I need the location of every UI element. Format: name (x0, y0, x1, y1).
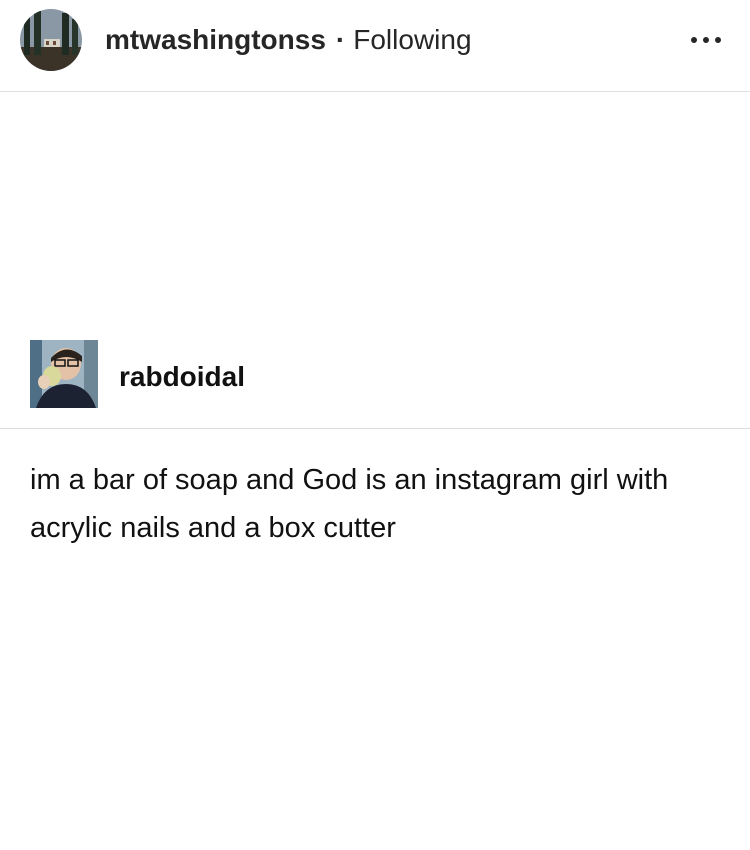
author-avatar[interactable] (30, 340, 98, 408)
ellipsis-icon[interactable] (688, 28, 724, 52)
author-username[interactable]: rabdoidal (119, 360, 245, 394)
author-avatar-image (30, 340, 98, 408)
reblogger-avatar[interactable] (20, 9, 82, 71)
separator-dot: · (335, 24, 346, 55)
header-title: mtwashingtonss · Following (105, 22, 472, 58)
divider (0, 428, 750, 429)
ellipsis-dot (691, 37, 697, 43)
post-header: mtwashingtonss · Following (0, 0, 750, 92)
following-button[interactable]: Following (353, 24, 471, 55)
post-text: im a bar of soap and God is an instagram… (30, 464, 669, 544)
avatar-image (20, 9, 82, 71)
ellipsis-dot (715, 37, 721, 43)
post-author-row: rabdoidal (30, 340, 730, 410)
reblogger-username[interactable]: mtwashingtonss (105, 24, 326, 55)
ellipsis-dot (703, 37, 709, 43)
